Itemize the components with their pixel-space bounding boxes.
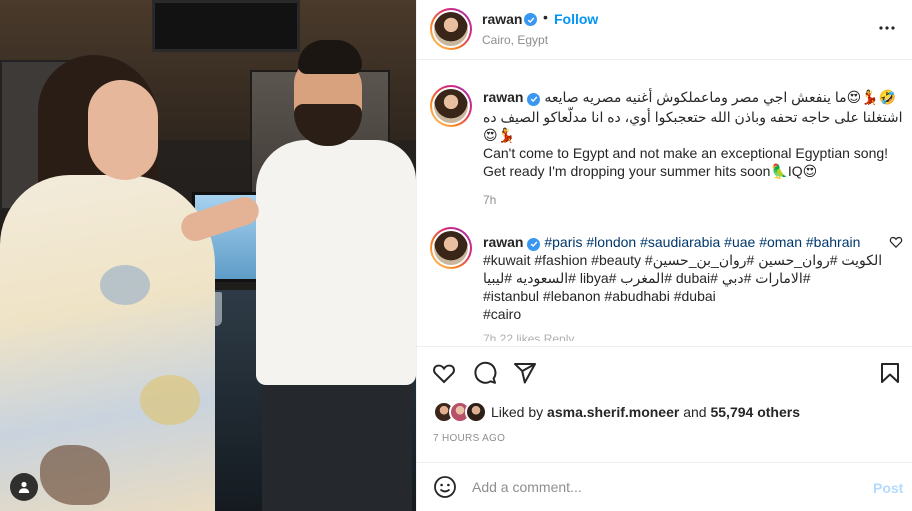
comment-username[interactable]: rawan	[483, 234, 523, 250]
avatar[interactable]	[430, 8, 472, 50]
caption-line: Get ready I'm dropping your summer hits …	[483, 163, 818, 179]
comment-icon[interactable]	[472, 360, 498, 386]
dress-horse-print	[40, 445, 110, 505]
likes-summary: Liked by asma.sherif.moneer and 55,794 o…	[491, 404, 800, 420]
liked-by-and: and	[683, 404, 707, 420]
bookmark-icon[interactable]	[877, 360, 903, 386]
avatar[interactable]	[430, 85, 472, 127]
likes-row: Liked by asma.sherif.moneer and 55,794 o…	[417, 398, 912, 428]
posted-time[interactable]: 7 HOURS AGO	[433, 433, 505, 444]
avatar[interactable]	[465, 401, 487, 423]
post-detail-panel: rawan • Follow Cairo, Egypt rawan 🤣💃😍ما …	[416, 0, 912, 511]
woman-face	[88, 80, 158, 180]
caption-line: اشتغلنا على حاجه تحفه وباذن الله حتعجبكو…	[483, 109, 903, 125]
wall-tv	[152, 0, 300, 52]
emoji-icon[interactable]	[433, 475, 457, 499]
user-tag-icon[interactable]	[10, 473, 38, 501]
comment-input[interactable]	[472, 475, 852, 499]
liked-by-user[interactable]: asma.sherif.moneer	[547, 404, 679, 420]
man-hair	[298, 40, 362, 74]
more-options-icon[interactable]	[877, 18, 897, 38]
verified-icon	[527, 92, 541, 106]
hashtag-line[interactable]: #cairo	[483, 305, 521, 323]
follow-button[interactable]: Follow	[554, 11, 598, 27]
liker-avatars	[433, 401, 493, 423]
hashtag-line[interactable]: #istanbul #lebanon #abudhabi #dubai	[483, 287, 716, 305]
header-username[interactable]: rawan	[482, 11, 522, 27]
verified-icon	[527, 237, 541, 251]
likes-count[interactable]: 55,794 others	[710, 404, 800, 420]
post-header: rawan • Follow Cairo, Egypt	[417, 0, 912, 60]
caption-username[interactable]: rawan	[483, 89, 523, 105]
add-comment-bar: Post	[417, 462, 912, 511]
caption-line: 🤣💃😍ما ينفعش اجي مصر وماعملكوش أغنيه مصري…	[544, 89, 897, 105]
hashtag-line[interactable]: #paris #london #saudiarabia #uae #oman #…	[544, 234, 860, 250]
dress-print	[100, 265, 150, 305]
heart-icon[interactable]	[431, 360, 457, 386]
post-photo[interactable]	[0, 0, 416, 511]
avatar[interactable]	[430, 227, 472, 269]
comment-meta-faded: 7h 22 likes Reply	[483, 332, 575, 341]
location-link[interactable]: Cairo, Egypt	[482, 33, 548, 47]
post-comment-button[interactable]: Post	[873, 480, 903, 496]
hashtag-line[interactable]: #الامارات #دبي #dubai #المغرب #libya #ال…	[483, 269, 811, 287]
comment-like-heart-icon[interactable]	[889, 235, 903, 249]
comments-list[interactable]: rawan 🤣💃😍ما ينفعش اجي مصر وماعملكوش أغني…	[417, 61, 912, 341]
caption-text: rawan 🤣💃😍ما ينفعش اجي مصر وماعملكوش أغني…	[483, 88, 896, 106]
comment-text: rawan #paris #london #saudiarabia #uae #…	[483, 233, 860, 251]
share-icon[interactable]	[512, 360, 538, 386]
liked-by-prefix: Liked by	[491, 404, 544, 420]
separator-dot: •	[543, 9, 548, 25]
caption-line: Can't come to Egypt and not make an exce…	[483, 145, 889, 161]
caption-line: 😍💃	[483, 127, 516, 143]
dress-print	[140, 375, 200, 425]
post-actions	[417, 346, 912, 398]
man-shirt	[256, 140, 416, 385]
hashtag-line[interactable]: #kuwait #fashion #beauty #الكويت #روان_ح…	[483, 251, 882, 269]
man-pants	[262, 370, 412, 511]
verified-icon	[524, 13, 537, 26]
caption-time[interactable]: 7h	[483, 193, 496, 207]
